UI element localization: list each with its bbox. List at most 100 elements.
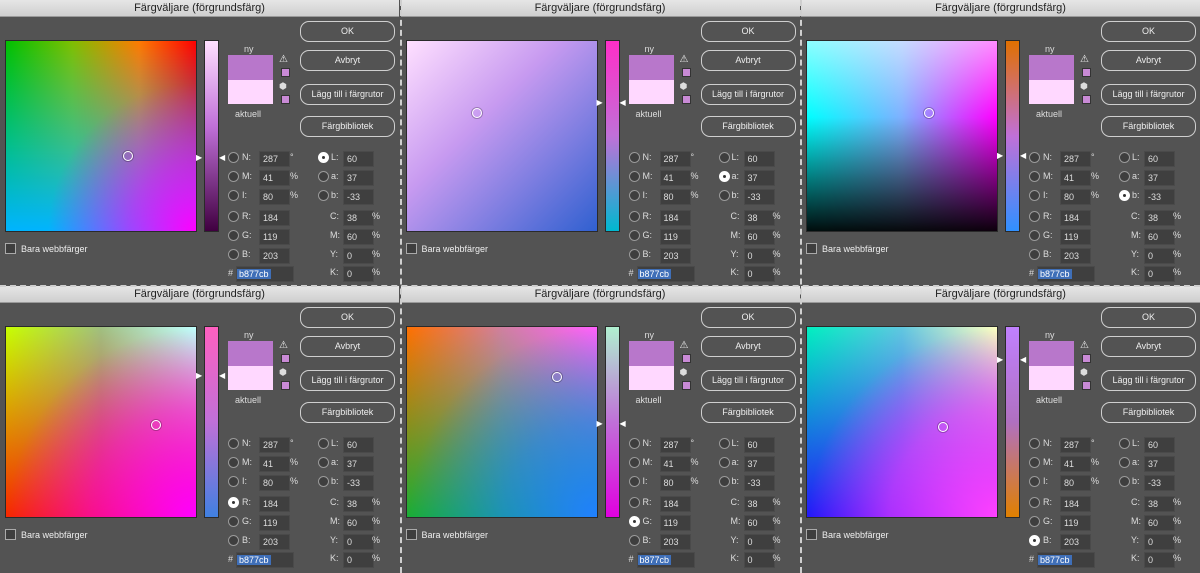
slider-arrow-right-icon[interactable]: ◀	[620, 420, 626, 428]
hex-input[interactable]: b877cb	[636, 552, 695, 568]
add-to-swatches-button[interactable]: Lägg till i färgrutor	[1101, 84, 1196, 105]
web-safe-color-swatch[interactable]	[1082, 381, 1091, 390]
checkbox-icon[interactable]	[5, 243, 16, 254]
radio-b[interactable]	[228, 249, 239, 260]
input-b[interactable]: -33	[1144, 189, 1175, 205]
cancel-button[interactable]: Avbryt	[1101, 50, 1196, 71]
input-y[interactable]: 0	[343, 248, 374, 264]
slider-arrow-right-icon[interactable]: ◀	[219, 372, 225, 380]
input-m2[interactable]: 60	[343, 229, 374, 245]
radio-i[interactable]	[228, 190, 239, 201]
radio-b[interactable]	[1029, 535, 1040, 546]
web-safe-color-swatch[interactable]	[681, 95, 691, 104]
web-safe-color-swatch[interactable]	[681, 381, 691, 390]
slider-arrow-right-icon[interactable]: ◀	[1020, 356, 1026, 364]
checkbox-icon[interactable]	[405, 243, 417, 254]
color-slider[interactable]	[604, 40, 620, 232]
input-l[interactable]: 60	[343, 151, 374, 167]
input-i[interactable]: 80	[1060, 475, 1091, 491]
input-y[interactable]: 0	[1144, 534, 1175, 550]
input-r[interactable]: 184	[259, 496, 290, 512]
color-field[interactable]	[5, 40, 197, 232]
input-k[interactable]: 0	[743, 266, 775, 282]
radio-m[interactable]	[228, 171, 239, 182]
color-slider[interactable]	[604, 326, 620, 518]
radio-r[interactable]	[1029, 497, 1040, 508]
slider-arrow-left-icon[interactable]: ▶	[196, 154, 202, 162]
input-k[interactable]: 0	[743, 552, 775, 568]
input-r[interactable]: 184	[259, 210, 290, 226]
checkbox-icon[interactable]	[5, 529, 16, 540]
radio-g[interactable]	[228, 516, 239, 527]
radio-r[interactable]	[628, 497, 640, 508]
gamut-warning-icon[interactable]: ⚠	[1080, 55, 1089, 65]
input-m[interactable]: 41	[259, 456, 290, 472]
ok-button[interactable]: OK	[300, 21, 395, 42]
radio-a[interactable]	[318, 457, 329, 468]
color-libraries-button[interactable]: Färgbibliotek	[700, 116, 796, 137]
radio-i[interactable]	[1029, 476, 1040, 487]
input-m2[interactable]: 60	[743, 515, 775, 531]
input-b[interactable]: -33	[343, 189, 374, 205]
checkbox-icon[interactable]	[806, 243, 817, 254]
input-c[interactable]: 38	[1144, 210, 1175, 226]
web-colors-only-checkbox[interactable]: Bara webbfärger	[405, 243, 488, 254]
input-n[interactable]: 287	[659, 151, 691, 167]
gamut-color-swatch[interactable]	[681, 354, 691, 363]
radio-r[interactable]	[628, 211, 640, 222]
input-m[interactable]: 41	[659, 456, 691, 472]
radio-m[interactable]	[228, 457, 239, 468]
web-safe-cube-icon[interactable]: ⬢	[680, 368, 688, 377]
color-libraries-button[interactable]: Färgbibliotek	[300, 116, 395, 137]
hex-input[interactable]: b877cb	[1037, 552, 1095, 568]
input-n[interactable]: 287	[1060, 151, 1091, 167]
radio-a[interactable]	[718, 171, 730, 182]
add-to-swatches-button[interactable]: Lägg till i färgrutor	[1101, 370, 1196, 391]
input-y[interactable]: 0	[1144, 248, 1175, 264]
add-to-swatches-button[interactable]: Lägg till i färgrutor	[700, 370, 796, 391]
input-g[interactable]: 119	[1060, 229, 1091, 245]
web-safe-cube-icon[interactable]: ⬢	[680, 82, 688, 91]
ok-button[interactable]: OK	[1101, 21, 1196, 42]
input-m2[interactable]: 60	[1144, 515, 1175, 531]
color-libraries-button[interactable]: Färgbibliotek	[300, 402, 395, 423]
radio-l[interactable]	[1119, 152, 1130, 163]
input-b[interactable]: 203	[659, 248, 691, 264]
radio-i[interactable]	[228, 476, 239, 487]
radio-b[interactable]	[628, 249, 640, 260]
slider-arrow-right-icon[interactable]: ◀	[620, 99, 626, 107]
input-a[interactable]: 37	[1144, 170, 1175, 186]
radio-m[interactable]	[628, 171, 640, 182]
input-b[interactable]: 203	[659, 534, 691, 550]
current-color-swatch[interactable]	[1029, 366, 1074, 390]
radio-l[interactable]	[318, 152, 329, 163]
radio-g[interactable]	[1029, 230, 1040, 241]
input-c[interactable]: 38	[1144, 496, 1175, 512]
radio-l[interactable]	[1119, 438, 1130, 449]
input-i[interactable]: 80	[259, 189, 290, 205]
input-k[interactable]: 0	[343, 552, 374, 568]
input-l[interactable]: 60	[1144, 437, 1175, 453]
color-field-marker[interactable]	[123, 151, 133, 161]
input-i[interactable]: 80	[659, 475, 691, 491]
input-g[interactable]: 119	[259, 515, 290, 531]
radio-a[interactable]	[1119, 457, 1130, 468]
input-b[interactable]: 203	[1060, 248, 1091, 264]
input-m[interactable]: 41	[259, 170, 290, 186]
ok-button[interactable]: OK	[700, 21, 796, 42]
gamut-warning-icon[interactable]: ⚠	[279, 341, 288, 351]
radio-n[interactable]	[1029, 152, 1040, 163]
radio-b[interactable]	[1029, 249, 1040, 260]
input-y[interactable]: 0	[743, 248, 775, 264]
input-b[interactable]: -33	[743, 475, 775, 491]
color-slider[interactable]	[1005, 326, 1020, 518]
radio-b[interactable]	[228, 535, 239, 546]
radio-b[interactable]	[318, 190, 329, 201]
slider-arrow-left-icon[interactable]: ▶	[997, 152, 1003, 160]
cancel-button[interactable]: Avbryt	[700, 50, 796, 71]
radio-g[interactable]	[228, 230, 239, 241]
gamut-color-swatch[interactable]	[1082, 68, 1091, 77]
cancel-button[interactable]: Avbryt	[300, 50, 395, 71]
radio-g[interactable]	[628, 230, 640, 241]
radio-a[interactable]	[718, 457, 730, 468]
